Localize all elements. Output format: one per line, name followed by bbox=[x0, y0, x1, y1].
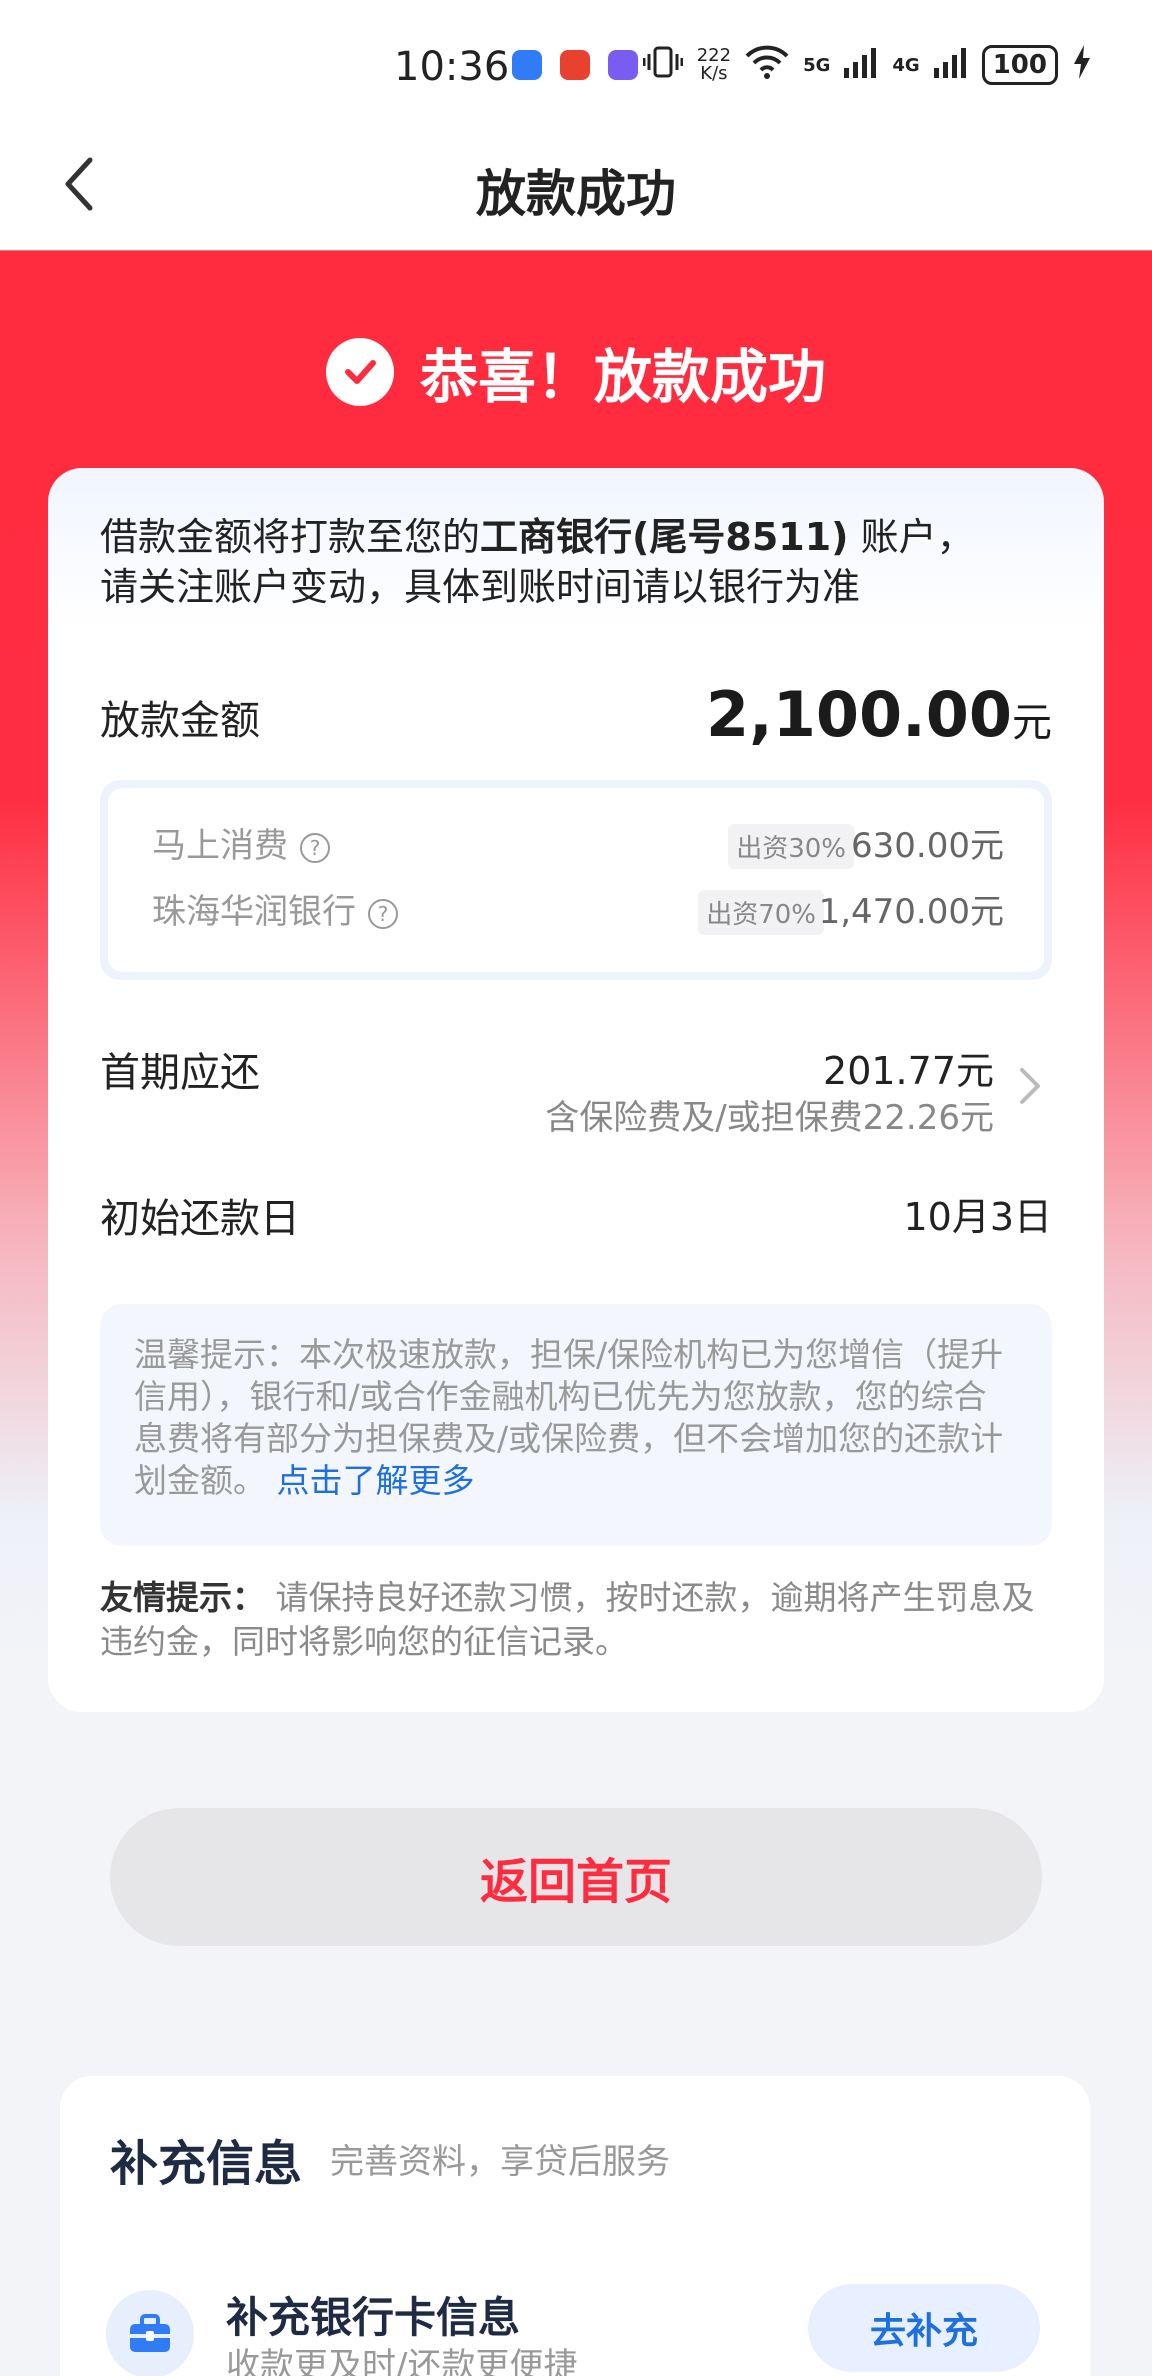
friendly-reminder-label: 友情提示： bbox=[100, 1578, 265, 1617]
purple-app-icon bbox=[608, 50, 638, 80]
repay-date-label: 初始还款日 bbox=[100, 1196, 300, 1242]
briefcase-icon bbox=[106, 2290, 194, 2376]
lender-name: 珠海华润银行 bbox=[152, 892, 356, 932]
first-payment-amount: 201.77元 bbox=[823, 1049, 994, 1093]
signal-icon-2 bbox=[933, 46, 968, 84]
first-payment-note: 含保险费及/或担保费22.26元 bbox=[545, 1098, 994, 1138]
lender-amount: 1,470.00元 bbox=[818, 892, 1004, 932]
loan-amount: 2,100.00元 bbox=[706, 678, 1052, 751]
loan-detail-card: 借款金额将打款至您的工商银行(尾号8511) 账户， 请关注账户变动，具体到账时… bbox=[48, 468, 1104, 1712]
page-header: 放款成功 bbox=[0, 130, 1152, 250]
lender-item: 珠海华润银行? bbox=[152, 884, 398, 933]
signal-icon-1 bbox=[844, 46, 878, 84]
success-message: 恭喜！放款成功 bbox=[419, 343, 826, 411]
warm-tip-box: 温馨提示：本次极速放款，担保/保险机构已为您增信（提升信用），银行和/或合作金融… bbox=[100, 1304, 1052, 1546]
status-bar: 10:36 222 K/s 5G 4G 100 bbox=[0, 0, 1152, 130]
supplement-card: 补充信息 完善资料，享贷后服务 补充银行卡信息 收款更及时/还款更便捷 去补充 bbox=[60, 2076, 1090, 2376]
lender-amount: 630.00元 bbox=[851, 826, 1004, 866]
supplement-subtitle: 完善资料，享贷后服务 bbox=[330, 2142, 670, 2182]
supplement-button[interactable]: 去补充 bbox=[808, 2284, 1040, 2372]
status-right-group: 222 K/s 5G 4G 100 bbox=[642, 44, 1092, 86]
loan-amount-label: 放款金额 bbox=[100, 698, 260, 744]
lender-list: 马上消费? 出资30% 630.00元 珠海华润银行? 出资70% 1,470.… bbox=[108, 788, 1044, 972]
network-type-1: 5G bbox=[803, 54, 831, 76]
lender-name: 马上消费 bbox=[152, 826, 288, 866]
supplement-title: 补充信息 bbox=[110, 2136, 303, 2192]
success-banner: 恭喜！放款成功 bbox=[0, 330, 1152, 414]
wifi-icon bbox=[745, 44, 789, 86]
friendly-reminder: 友情提示： 请保持良好还款习惯，按时还款，逾期将产生罚息及违约金，同时将影响您的… bbox=[100, 1576, 1060, 1664]
repay-date-value: 10月3日 bbox=[903, 1195, 1052, 1239]
network-type-2: 4G bbox=[892, 54, 920, 76]
lender-ratio: 出资30% bbox=[728, 824, 854, 869]
first-payment-detail-button[interactable] bbox=[1014, 1066, 1044, 1106]
notice-prefix: 借款金额将打款至您的 bbox=[100, 515, 481, 559]
network-speed-unit: K/s bbox=[700, 63, 728, 84]
notice-suffix: 账户， bbox=[848, 515, 975, 559]
network-speed: 222 K/s bbox=[697, 47, 731, 83]
vibrate-icon bbox=[642, 44, 684, 86]
chevron-right-icon bbox=[1020, 1068, 1040, 1104]
lender-breakdown: 马上消费? 出资30% 630.00元 珠海华润银行? 出资70% 1,470.… bbox=[100, 780, 1052, 980]
lender-item: 马上消费? bbox=[152, 818, 330, 867]
first-payment-label: 首期应还 bbox=[100, 1050, 260, 1096]
status-time: 10:36 bbox=[394, 44, 510, 90]
help-icon[interactable]: ? bbox=[300, 832, 330, 863]
help-icon[interactable]: ? bbox=[368, 898, 398, 929]
red-app-icon bbox=[560, 50, 590, 80]
battery-indicator: 100 bbox=[981, 45, 1058, 85]
account-notice: 借款金额将打款至您的工商银行(尾号8511) 账户， 请关注账户变动，具体到账时… bbox=[100, 512, 1060, 612]
charging-icon bbox=[1072, 45, 1092, 85]
bank-account: 工商银行(尾号8511) bbox=[480, 515, 849, 559]
bank-card-item-subtitle: 收款更及时/还款更便捷 bbox=[226, 2346, 578, 2376]
back-home-button[interactable]: 返回首页 bbox=[110, 1808, 1042, 1946]
bank-card-item-title: 补充银行卡信息 bbox=[226, 2293, 521, 2342]
lender-ratio: 出资70% bbox=[698, 890, 824, 935]
loan-amount-unit: 元 bbox=[1012, 700, 1052, 746]
notice-line2: 请关注账户变动，具体到账时间请以银行为准 bbox=[100, 565, 861, 609]
shield-app-icon bbox=[512, 50, 542, 80]
warm-tip-text: 温馨提示：本次极速放款，担保/保险机构已为您增信（提升信用），银行和/或合作金融… bbox=[134, 1335, 1004, 1500]
learn-more-link[interactable]: 点击了解更多 bbox=[277, 1461, 475, 1500]
page-title: 放款成功 bbox=[476, 165, 676, 223]
check-circle-icon bbox=[325, 338, 394, 406]
loan-amount-value: 2,100.00 bbox=[706, 678, 1012, 751]
